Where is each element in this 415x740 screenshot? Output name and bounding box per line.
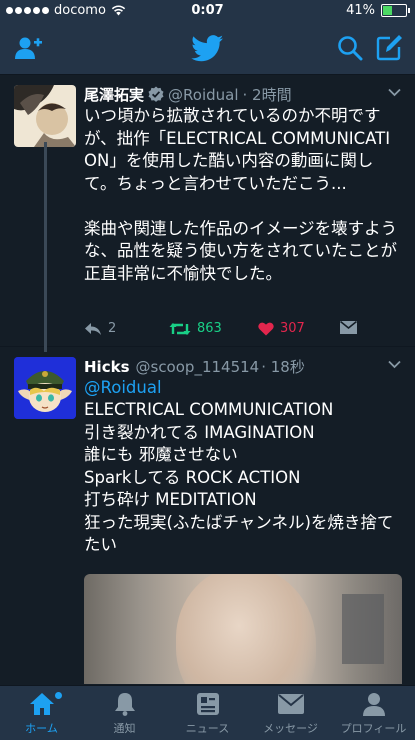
battery-group: 41%: [346, 3, 410, 18]
direct-message-button[interactable]: [340, 321, 357, 334]
battery-icon: [381, 4, 410, 17]
tweet-2[interactable]: Hicks @scoop_114514 · 18秒 @Roidual ELECTRI…: [0, 347, 415, 685]
add-user-icon[interactable]: [14, 36, 42, 60]
video-thumbnail[interactable]: [84, 574, 402, 684]
tweet-header: 尾澤拓実 @Roidual · 2時間: [84, 84, 292, 105]
tweet-text: いつ頃から拡散されているのか不明ですが、拙作「ELECTRICAL COMMUN…: [84, 106, 398, 283]
timestamp: · 2時間: [242, 86, 292, 104]
reply-icon: [85, 322, 101, 335]
tweet-text: ELECTRICAL COMMUNICATION 引き裂かれてる IMAGINA…: [84, 400, 394, 554]
news-icon: [196, 693, 219, 715]
reply-count: 2: [108, 321, 117, 336]
home-icon: [29, 693, 54, 715]
handle[interactable]: @Roidual: [168, 86, 238, 104]
bottom-tab-bar: ホーム 通知 ニュース メッセージ プロフィール: [0, 685, 415, 740]
chevron-down-icon[interactable]: [388, 88, 401, 97]
chevron-down-icon[interactable]: [388, 360, 401, 369]
heart-icon: [258, 322, 274, 335]
envelope-icon: [340, 321, 357, 334]
tab-home[interactable]: ホーム: [0, 686, 83, 740]
status-bar: docomo 0:07 41%: [0, 0, 415, 22]
reply-button[interactable]: 2: [84, 321, 116, 336]
tweet-header: Hicks @scoop_114514 · 18秒: [84, 356, 305, 377]
tab-label: ニュース: [185, 722, 230, 735]
tab-notifications[interactable]: 通知: [83, 686, 166, 740]
thread-connector: [44, 142, 47, 352]
verified-badge-icon: [148, 86, 164, 102]
timestamp: · 18秒: [261, 358, 305, 376]
person-icon: [362, 693, 385, 716]
retweet-count: 863: [197, 321, 222, 336]
tab-profile[interactable]: プロフィール: [332, 686, 415, 740]
tab-label: 通知: [113, 722, 136, 735]
search-icon[interactable]: [337, 35, 363, 61]
tab-label: メッセージ: [263, 722, 318, 735]
twitter-bird-icon[interactable]: [191, 35, 224, 62]
tab-label: プロフィール: [340, 722, 407, 735]
new-content-dot: [55, 692, 62, 699]
handle[interactable]: @scoop_114514: [136, 358, 260, 376]
retweet-button[interactable]: 863: [169, 321, 222, 336]
battery-percent: 41%: [346, 3, 375, 18]
avatar[interactable]: [14, 357, 76, 419]
bell-icon: [114, 693, 135, 716]
retweet-icon: [169, 322, 191, 335]
tweet-actions: 2 863 307: [84, 321, 404, 341]
like-button[interactable]: 307: [258, 321, 305, 336]
envelope-icon: [277, 694, 304, 714]
display-name[interactable]: Hicks: [84, 358, 130, 376]
tab-label: ホーム: [25, 722, 58, 735]
avatar[interactable]: [14, 85, 76, 147]
top-navigation-bar: [0, 22, 415, 75]
tab-messages[interactable]: メッセージ: [249, 686, 332, 740]
tab-news[interactable]: ニュース: [166, 686, 249, 740]
tweet-1[interactable]: 尾澤拓実 @Roidual · 2時間 いつ頃から拡散されているのか不明ですが、拙…: [0, 75, 415, 347]
like-count: 307: [280, 321, 305, 336]
display-name[interactable]: 尾澤拓実: [84, 86, 144, 104]
compose-icon[interactable]: [375, 34, 403, 62]
mention-link[interactable]: @Roidual: [84, 377, 402, 400]
